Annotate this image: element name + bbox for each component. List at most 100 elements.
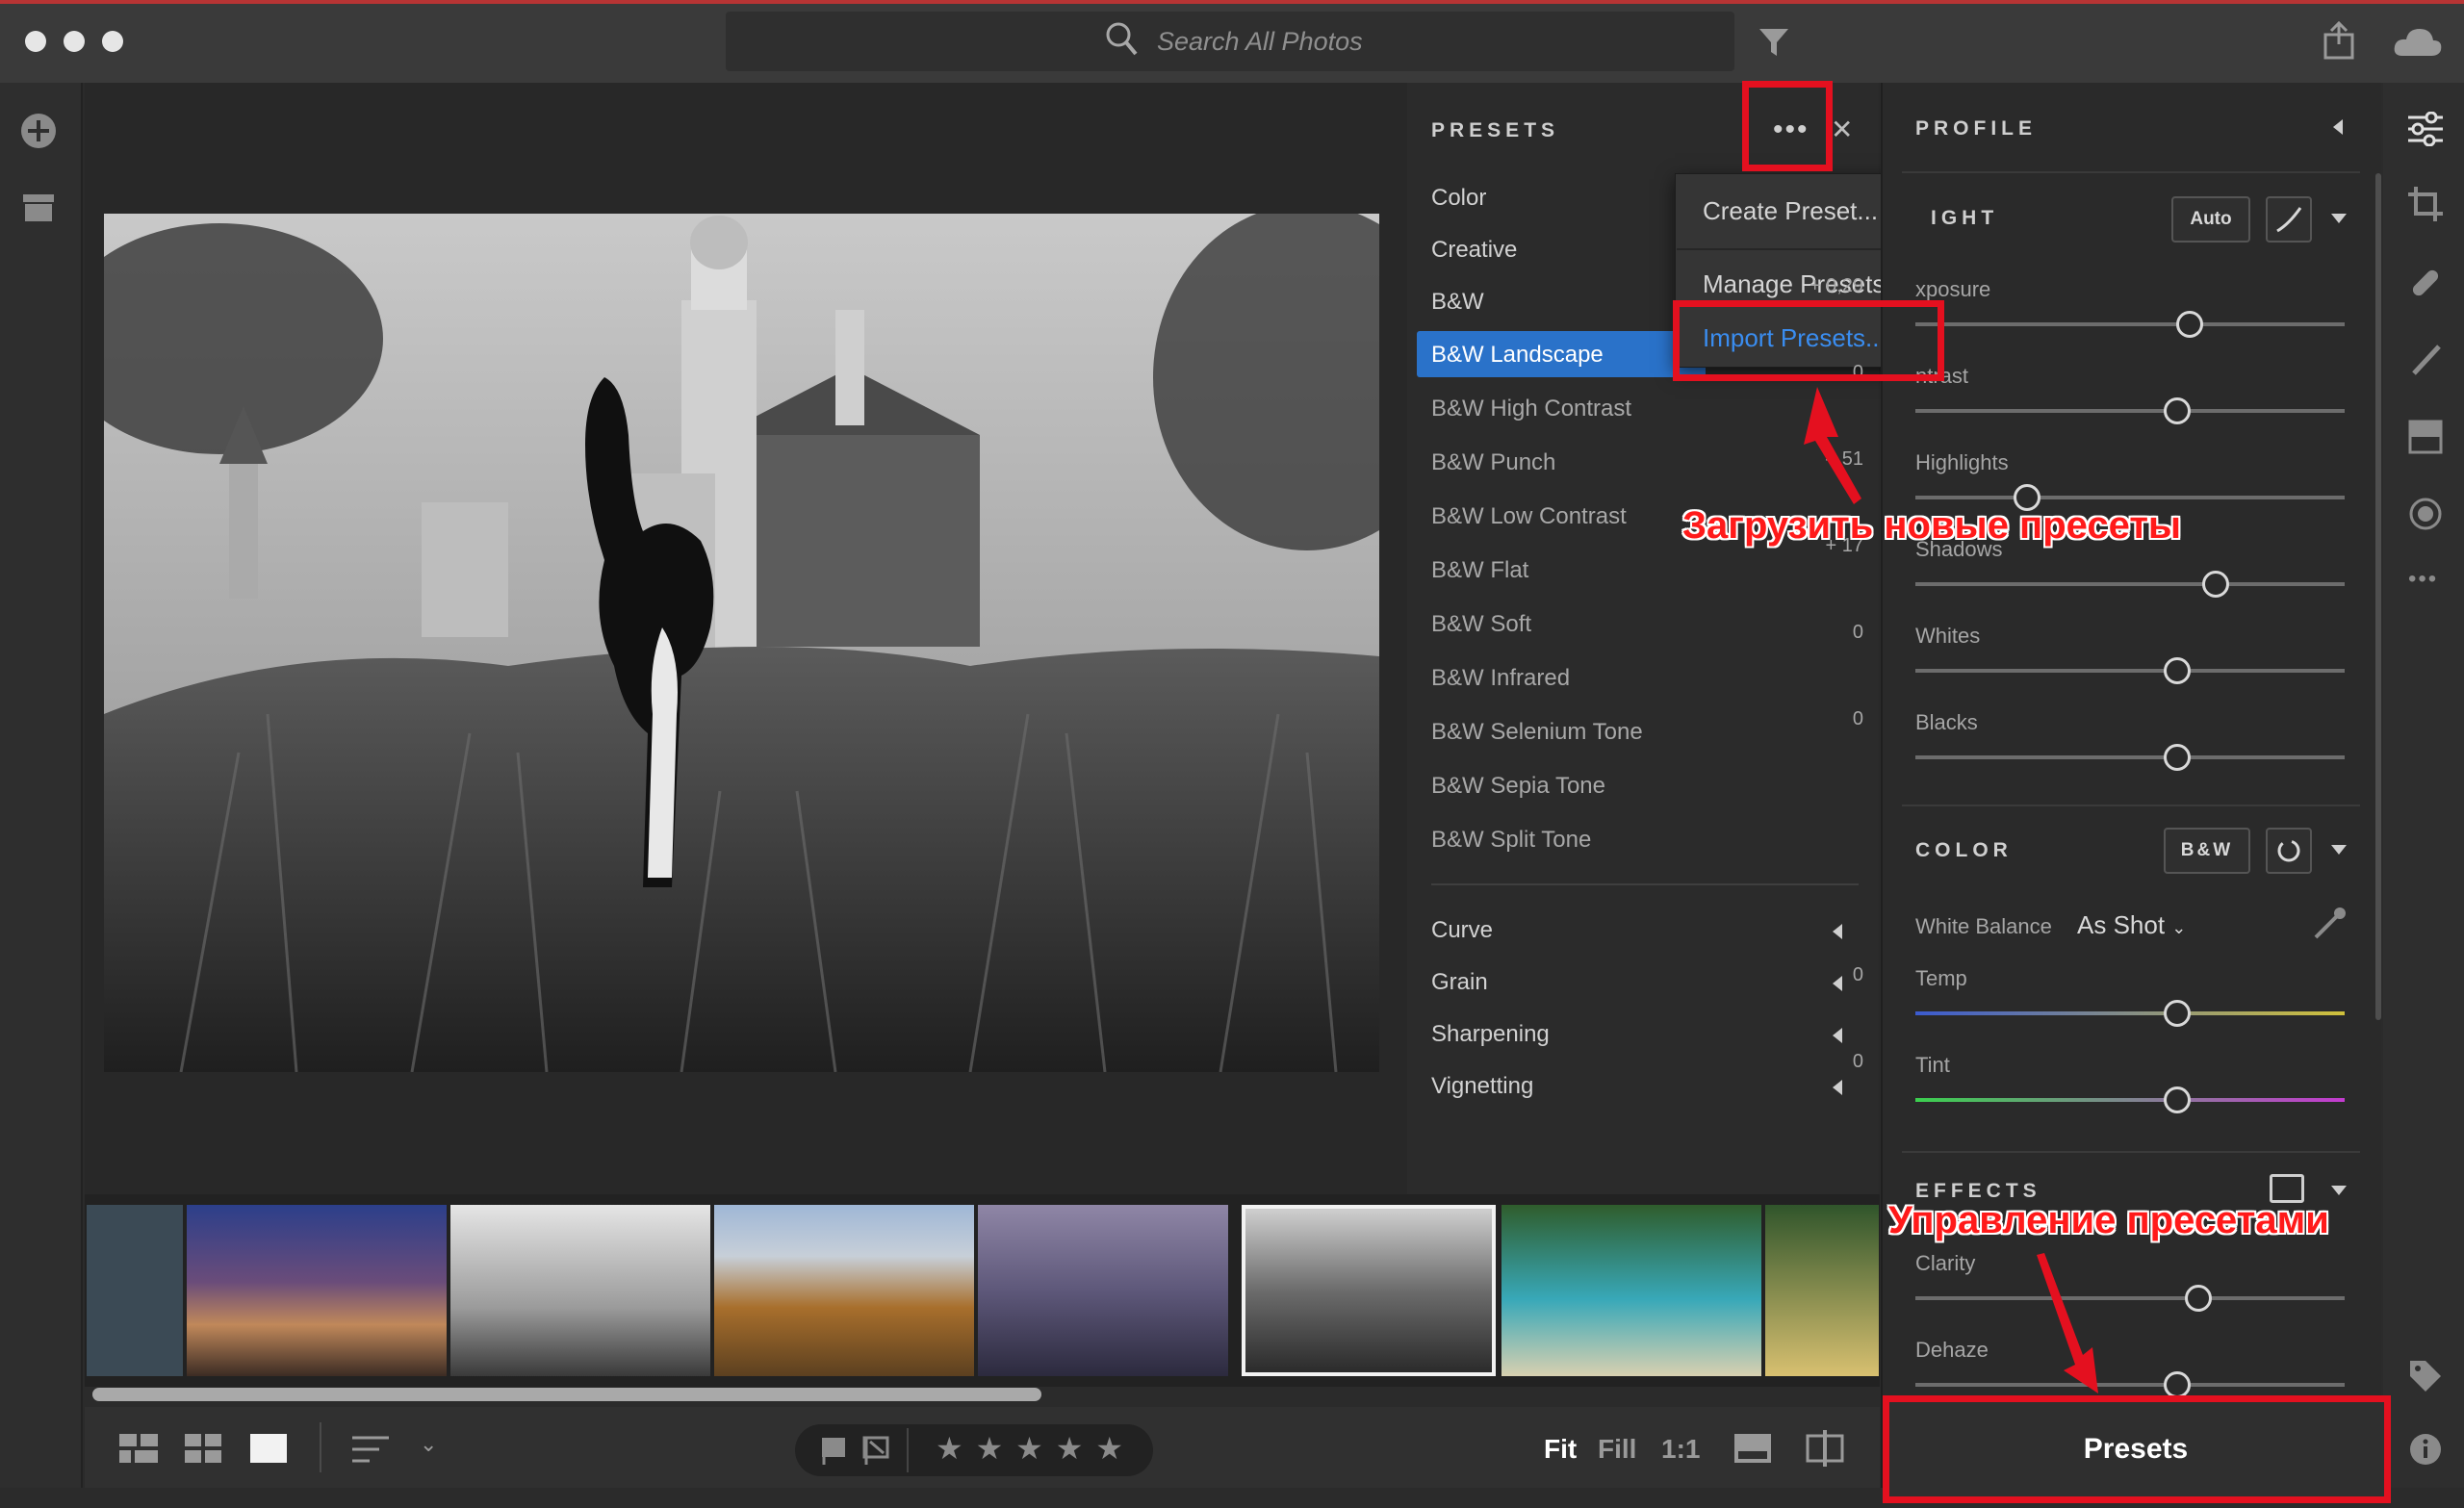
filmstrip-thumbnail[interactable] <box>187 1205 447 1376</box>
add-photos-icon[interactable] <box>19 112 58 150</box>
tag-icon[interactable] <box>2408 1359 2443 1393</box>
slider-label: Highlights <box>1915 450 2009 474</box>
reject-flag-icon[interactable] <box>862 1436 891 1465</box>
preset-item-bw-landscape[interactable]: B&W Landscape <box>1431 342 1604 369</box>
preset-item-creative[interactable]: Creative <box>1431 237 1517 264</box>
bw-button[interactable]: B&W <box>2164 828 2250 874</box>
window-close-button[interactable] <box>25 31 46 52</box>
color-title: COLOR <box>1915 839 2013 861</box>
expand-arrow-icon[interactable] <box>1833 1028 1842 1043</box>
zoom-fill-button[interactable]: Fill <box>1598 1434 1636 1465</box>
linear-gradient-icon[interactable] <box>2408 420 2443 454</box>
filmstrip-thumbnail-selected[interactable] <box>1242 1205 1496 1376</box>
preset-item-bw-soft[interactable]: B&W Soft <box>1431 611 1531 638</box>
library-icon[interactable] <box>21 192 56 223</box>
search-placeholder: Search All Photos <box>1157 27 1363 56</box>
detail-view-icon[interactable] <box>250 1434 287 1463</box>
preset-group-vignetting[interactable]: Vignetting <box>1431 1073 1533 1100</box>
filmstrip-thumbnail[interactable] <box>1765 1205 1879 1376</box>
filmstrip-scrollbar[interactable] <box>92 1388 1041 1401</box>
preset-group-curve[interactable]: Curve <box>1431 917 1493 944</box>
zoom-fit-button[interactable]: Fit <box>1544 1434 1577 1465</box>
slider-thumb[interactable] <box>2164 657 2192 684</box>
slider-track[interactable] <box>1915 669 2345 673</box>
preset-item-bw-high-contrast[interactable]: B&W High Contrast <box>1431 396 1631 422</box>
chevron-down-icon[interactable]: ⌄ <box>420 1432 437 1457</box>
zoom-1to1-button[interactable]: 1:1 <box>1661 1434 1700 1465</box>
preset-item-bw-selenium-tone[interactable]: B&W Selenium Tone <box>1431 719 1643 746</box>
filmstrip-thumbnail[interactable] <box>450 1205 710 1376</box>
filmstrip-thumbnail[interactable] <box>978 1205 1228 1376</box>
curve-icon <box>2276 207 2302 233</box>
preset-item-bw-split-tone[interactable]: B&W Split Tone <box>1431 827 1591 854</box>
grid-view-icon[interactable] <box>185 1434 221 1465</box>
crop-icon[interactable] <box>2406 185 2445 223</box>
filmstrip-thumbnail[interactable] <box>714 1205 974 1376</box>
preset-item-color[interactable]: Color <box>1431 185 1486 212</box>
profile-expand-icon[interactable] <box>2333 119 2343 135</box>
pick-flag-icon[interactable] <box>820 1436 849 1465</box>
edit-sliders-icon[interactable] <box>2406 112 2445 146</box>
preset-item-bw-low-contrast[interactable]: B&W Low Contrast <box>1431 503 1627 530</box>
slider-thumb[interactable] <box>2164 1000 2192 1027</box>
window-minimize-button[interactable] <box>64 31 85 52</box>
white-balance-select[interactable]: As Shot ⌄ <box>2077 910 2186 940</box>
slider-track[interactable] <box>1915 496 2345 499</box>
slider-track[interactable] <box>1915 1296 2345 1300</box>
preset-item-bw-infrared[interactable]: B&W Infrared <box>1431 665 1570 692</box>
toolbar-divider <box>320 1422 321 1472</box>
preset-group-grain[interactable]: Grain <box>1431 969 1488 996</box>
slider-label: xposure <box>1915 277 1991 301</box>
slider-track[interactable] <box>1915 582 2345 586</box>
slider-label: Tint <box>1915 1053 1950 1077</box>
cloud-icon[interactable] <box>2393 25 2443 58</box>
main-photo[interactable] <box>104 214 1379 1072</box>
filmstrip-thumbnail[interactable] <box>1502 1205 1761 1376</box>
preset-item-bw-sepia-tone[interactable]: B&W Sepia Tone <box>1431 773 1605 800</box>
filmstrip-thumbnail[interactable] <box>87 1205 183 1376</box>
preset-item-bw[interactable]: B&W <box>1431 289 1484 316</box>
slider-track[interactable] <box>1915 1011 2345 1015</box>
tone-curve-button[interactable] <box>2266 196 2312 243</box>
share-icon[interactable] <box>2322 21 2356 62</box>
color-mixer-button[interactable] <box>2266 828 2312 874</box>
slider-track[interactable] <box>1915 755 2345 759</box>
slider-thumb[interactable] <box>2202 571 2230 598</box>
expand-arrow-icon[interactable] <box>1833 924 1842 939</box>
preset-item-bw-flat[interactable]: B&W Flat <box>1431 557 1528 584</box>
auto-button[interactable]: Auto <box>2171 196 2250 243</box>
window-zoom-button[interactable] <box>102 31 123 52</box>
brush-icon[interactable] <box>2406 341 2445 379</box>
filter-icon[interactable] <box>1758 27 1790 58</box>
info-icon[interactable] <box>2408 1432 2443 1467</box>
slider-track[interactable] <box>1915 1098 2345 1102</box>
star-rating[interactable]: ★ ★ ★ ★ ★ <box>936 1430 1125 1467</box>
close-icon[interactable]: ✕ <box>1831 114 1853 145</box>
preset-group-sharpening[interactable]: Sharpening <box>1431 1021 1550 1048</box>
slider-thumb[interactable] <box>2164 1371 2192 1398</box>
expand-arrow-icon[interactable] <box>1833 1080 1842 1095</box>
preset-item-bw-punch[interactable]: B&W Punch <box>1431 449 1555 476</box>
light-collapse-icon[interactable] <box>2331 214 2347 223</box>
slider-value: + 0,29 <box>1809 275 1863 296</box>
color-collapse-icon[interactable] <box>2331 845 2347 855</box>
healing-brush-icon[interactable] <box>2406 264 2445 302</box>
slider-track[interactable] <box>1915 409 2345 413</box>
annotation-import-note: Загрузить новые пресеты <box>1682 504 2182 547</box>
sort-icon[interactable] <box>352 1434 391 1465</box>
slider-thumb[interactable] <box>2164 744 2192 771</box>
more-tools-icon[interactable]: ••• <box>2408 566 2438 593</box>
slider-thumb[interactable] <box>2164 397 2192 424</box>
slider-track[interactable] <box>1915 1383 2345 1387</box>
profile-title: PROFILE <box>1915 117 2038 140</box>
eyedropper-icon[interactable] <box>2310 905 2348 943</box>
slider-thumb[interactable] <box>2164 1086 2192 1113</box>
panel-scrollbar[interactable] <box>2375 173 2381 1020</box>
menu-item-create-preset[interactable]: Create Preset... <box>1703 196 1878 226</box>
before-after-icon[interactable] <box>1734 1434 1773 1465</box>
slider-track[interactable] <box>1915 322 2345 326</box>
effects-collapse-icon[interactable] <box>2331 1186 2347 1195</box>
square-grid-view-icon[interactable] <box>119 1434 158 1465</box>
compare-icon[interactable] <box>1806 1430 1844 1467</box>
radial-gradient-icon[interactable] <box>2408 497 2443 531</box>
